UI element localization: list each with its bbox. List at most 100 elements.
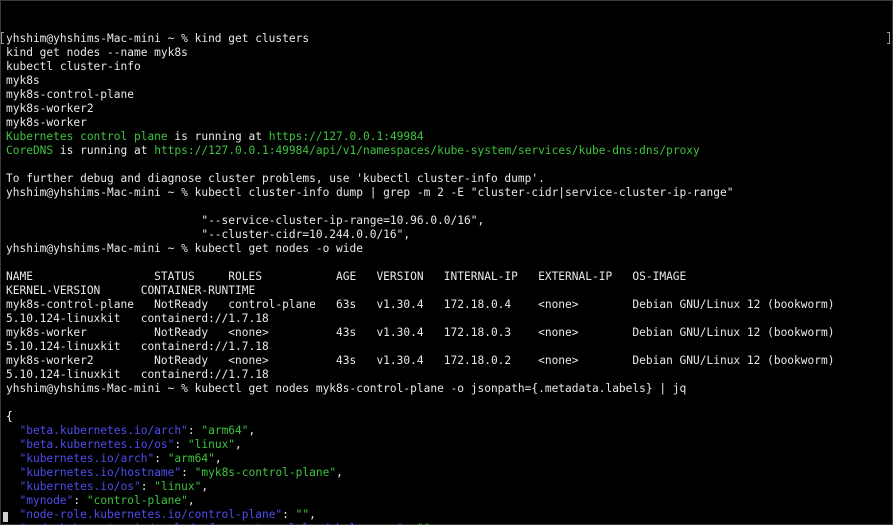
terminal-cursor — [3, 512, 8, 522]
terminal-text-segment: , — [309, 508, 316, 521]
terminal-text-segment: yhshim@yhshims-Mac-mini ~ % kubectl get … — [6, 242, 363, 255]
terminal-line: yhshim@yhshims-Mac-mini ~ % kubectl clus… — [6, 186, 892, 200]
terminal-text-segment: CoreDNS — [6, 144, 54, 157]
terminal-line: myk8s — [6, 74, 892, 88]
terminal-text-segment: 5.10.124-linuxkit containerd://1.7.18 — [6, 368, 269, 381]
terminal-line: myk8s-worker2 NotReady <none> 43s v1.30.… — [6, 354, 892, 368]
terminal-text-segment: https://127.0.0.1:49984 — [268, 130, 424, 143]
terminal-text-segment: : — [73, 494, 87, 507]
terminal-text-segment: "kubernetes.io/os" — [19, 480, 141, 493]
terminal-text-segment: "node-role.kubernetes.io/control-plane" — [19, 508, 283, 521]
terminal-text-segment: 5.10.124-linuxkit containerd://1.7.18 — [6, 340, 269, 353]
terminal-text-segment: : — [187, 424, 202, 437]
terminal-text-segment: , — [187, 494, 195, 507]
terminal-line: CoreDNS is running at https://127.0.0.1:… — [6, 144, 892, 158]
terminal-text-segment: is running at — [167, 130, 269, 143]
terminal-line: "--cluster-cidr=10.244.0.0/16", — [6, 228, 892, 242]
terminal-text-segment: "linux" — [154, 480, 202, 493]
terminal-line: "mynode": "control-plane", — [6, 494, 892, 508]
terminal-line: To further debug and diagnose cluster pr… — [6, 172, 892, 186]
terminal-line: NAME STATUS ROLES AGE VERSION INTERNAL-I… — [6, 270, 892, 284]
terminal-text-segment: "myk8s-control-plane" — [194, 466, 337, 479]
terminal-line: myk8s-control-plane NotReady control-pla… — [6, 298, 892, 312]
terminal-text-segment: , — [201, 480, 209, 493]
terminal-text-segment: https://127.0.0.1:49984/api/v1/namespace… — [154, 144, 700, 157]
terminal-line: yhshim@yhshims-Mac-mini ~ % kind get clu… — [6, 32, 892, 46]
terminal-text-segment: "arm64" — [201, 424, 249, 437]
terminal-text-segment: kind get nodes --name myk8s — [6, 46, 188, 59]
terminal-text-segment: , — [336, 466, 343, 479]
terminal-output[interactable]: yhshim@yhshims-Mac-mini ~ % kind get clu… — [6, 32, 892, 525]
terminal-line: "kubernetes.io/arch": "arm64", — [6, 452, 892, 466]
terminal-line: myk8s-worker — [6, 116, 892, 130]
mark-bracket-right — [887, 32, 890, 44]
terminal-line: "kubernetes.io/os": "linux", — [6, 480, 892, 494]
terminal-text-segment: "--service-cluster-ip-range=10.96.0.0/16… — [6, 214, 485, 227]
terminal-line: "kubernetes.io/hostname": "myk8s-control… — [6, 466, 892, 480]
terminal-text-segment: { — [6, 410, 13, 423]
terminal-text-segment: , — [235, 438, 242, 451]
terminal-text-segment: , — [248, 424, 256, 437]
terminal-text-segment: kubectl cluster-info — [6, 60, 141, 73]
terminal-text-segment: : — [282, 508, 296, 521]
terminal-text-segment: : — [181, 466, 195, 479]
terminal-line: "beta.kubernetes.io/arch": "arm64", — [6, 424, 892, 438]
terminal-text-segment: "--cluster-cidr=10.244.0.0/16", — [6, 228, 411, 241]
terminal-line: yhshim@yhshims-Mac-mini ~ % kubectl get … — [6, 382, 892, 396]
terminal-text-segment: "beta.kubernetes.io/os" — [19, 438, 175, 451]
terminal-text-segment: "mynode" — [19, 494, 74, 507]
mark-bracket-left — [1, 32, 4, 44]
terminal-line: Kubernetes control plane is running at h… — [6, 130, 892, 144]
terminal-window[interactable]: yhshim@yhshims-Mac-mini ~ % kind get clu… — [0, 0, 893, 525]
terminal-text-segment: To further debug and diagnose cluster pr… — [6, 172, 545, 185]
terminal-text-segment: Kubernetes control plane — [6, 130, 168, 143]
terminal-line: 5.10.124-linuxkit containerd://1.7.18 — [6, 340, 892, 354]
terminal-line: "beta.kubernetes.io/os": "linux", — [6, 438, 892, 452]
terminal-text-segment: : — [154, 452, 168, 465]
terminal-line: myk8s-worker NotReady <none> 43s v1.30.4… — [6, 326, 892, 340]
terminal-text-segment: , — [214, 452, 222, 465]
terminal-text-segment: yhshim@yhshims-Mac-mini ~ % kubectl get … — [6, 382, 687, 395]
terminal-text-segment: yhshim@yhshims-Mac-mini ~ % kind get clu… — [6, 32, 310, 45]
terminal-text-segment: "linux" — [187, 438, 236, 451]
terminal-line: myk8s-control-plane — [6, 88, 892, 102]
terminal-line: 5.10.124-linuxkit containerd://1.7.18 — [6, 312, 892, 326]
terminal-text-segment: myk8s-worker2 NotReady <none> 43s v1.30.… — [6, 354, 835, 367]
terminal-text-segment: myk8s-worker — [6, 116, 87, 129]
terminal-text-segment: : — [174, 438, 188, 451]
terminal-text-segment: 5.10.124-linuxkit containerd://1.7.18 — [6, 312, 269, 325]
terminal-line: "node-role.kubernetes.io/control-plane":… — [6, 508, 892, 522]
terminal-text-segment: "control-plane" — [86, 494, 188, 507]
terminal-text-segment: myk8s-worker NotReady <none> 43s v1.30.4… — [6, 326, 835, 339]
terminal-line: { — [6, 410, 892, 424]
terminal-text-segment: "beta.kubernetes.io/arch" — [19, 424, 188, 437]
terminal-text-segment: : — [140, 480, 155, 493]
terminal-text-segment: "kubernetes.io/arch" — [19, 452, 155, 465]
terminal-text-segment: myk8s — [6, 74, 40, 87]
terminal-text-segment: myk8s-control-plane NotReady control-pla… — [6, 298, 835, 311]
terminal-text-segment: yhshim@yhshims-Mac-mini ~ % kubectl clus… — [6, 186, 734, 199]
terminal-line: "--service-cluster-ip-range=10.96.0.0/16… — [6, 214, 892, 228]
terminal-text-segment: "arm64" — [167, 452, 215, 465]
terminal-text-segment: "" — [295, 508, 310, 521]
terminal-line: kind get nodes --name myk8s — [6, 46, 892, 60]
terminal-line: yhshim@yhshims-Mac-mini ~ % kubectl get … — [6, 242, 892, 256]
terminal-text-segment: is running at — [53, 144, 155, 157]
terminal-text-segment: KERNEL-VERSION CONTAINER-RUNTIME — [6, 284, 256, 297]
terminal-text-segment: "kubernetes.io/hostname" — [19, 466, 182, 479]
terminal-line: myk8s-worker2 — [6, 102, 892, 116]
terminal-line: kubectl cluster-info — [6, 60, 892, 74]
terminal-text-segment: myk8s-worker2 — [6, 102, 94, 115]
terminal-text-segment: myk8s-control-plane — [6, 88, 134, 101]
